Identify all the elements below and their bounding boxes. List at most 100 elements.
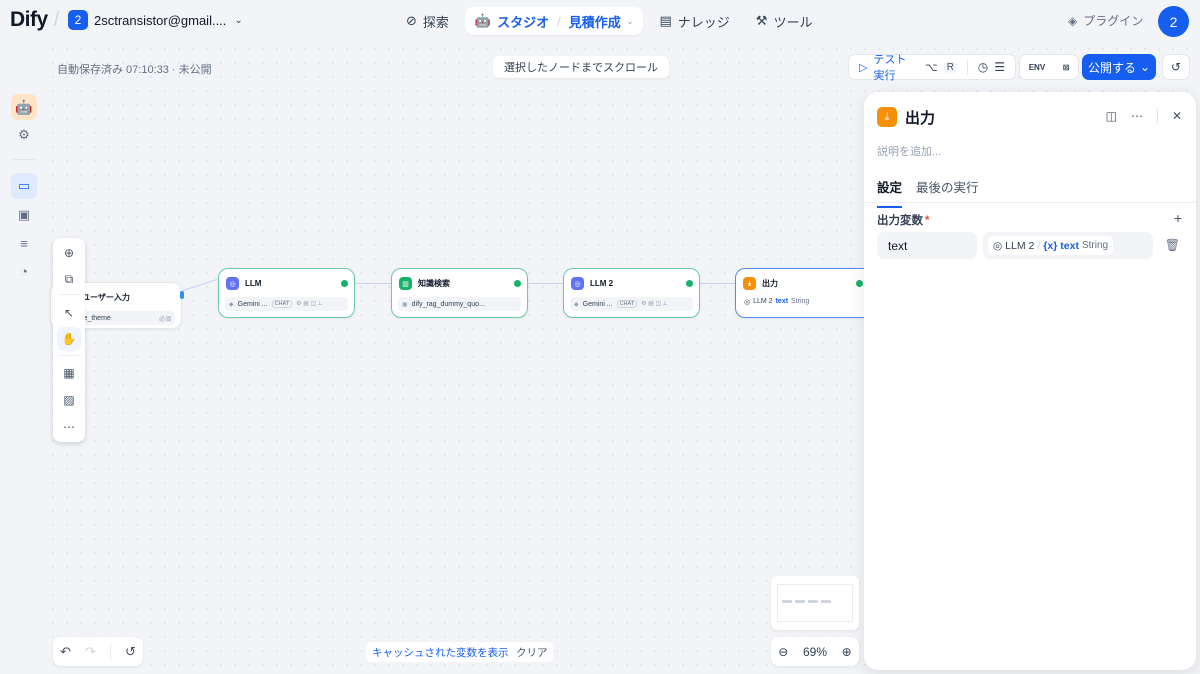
llm-icon: ◎ bbox=[226, 277, 239, 290]
node-knowledge-retrieval[interactable]: ▥ 知識検索 ▣ dify_rag_dummy_quo... bbox=[391, 268, 528, 318]
trash-icon[interactable]: 🗑 bbox=[1165, 238, 1180, 252]
hand-icon[interactable]: ✋ bbox=[57, 327, 81, 351]
success-check-icon bbox=[686, 280, 693, 287]
node-title: 知識検索 bbox=[418, 279, 450, 288]
redo-icon[interactable]: ↷ bbox=[85, 644, 96, 660]
undo-icon[interactable]: ↶ bbox=[60, 644, 71, 660]
shortcut-option-key: ⌥ bbox=[925, 61, 938, 74]
source-type: String bbox=[791, 298, 810, 305]
close-icon[interactable]: ✕ bbox=[1172, 109, 1182, 123]
description-input[interactable]: 説明を追加... bbox=[877, 143, 941, 159]
tab-settings[interactable]: 設定 bbox=[877, 177, 903, 208]
chevron-down-icon: ⌄ bbox=[234, 14, 243, 26]
nav-knowledge[interactable]: ▤ ナレッジ bbox=[649, 7, 739, 35]
more-icon[interactable]: ⋯ bbox=[1131, 109, 1143, 123]
logs-icon[interactable]: ≡ bbox=[11, 230, 37, 256]
zoom-level[interactable]: 69% bbox=[803, 645, 827, 659]
dataset-name: dify_rag_dummy_quo... bbox=[411, 300, 485, 308]
edge bbox=[355, 283, 391, 284]
mode-chip: CHAT bbox=[271, 300, 293, 308]
nav-studio-label: スタジオ bbox=[497, 14, 550, 30]
test-run-button[interactable]: テスト実行 bbox=[873, 51, 917, 83]
more-icon[interactable]: ⋯ bbox=[57, 415, 81, 439]
app-icon[interactable]: 🤖 bbox=[11, 94, 37, 120]
node-title: LLM 2 bbox=[590, 279, 614, 288]
node-llm[interactable]: ◎ LLM ◆ Gemini ... CHAT ⚙ ▤ ◫ ⟂ bbox=[218, 268, 355, 318]
zoom-out-icon[interactable]: ⊖ bbox=[778, 645, 788, 659]
workflow-orchestrate-icon[interactable]: ▭ bbox=[11, 173, 37, 199]
divider bbox=[864, 202, 1196, 203]
history-icon[interactable]: ↺ bbox=[1162, 54, 1190, 80]
list-check-icon[interactable]: ☰ bbox=[994, 60, 1005, 74]
add-variable-icon[interactable]: + bbox=[1174, 210, 1182, 226]
mode-chip: CHAT bbox=[616, 300, 638, 308]
dataset-icon: ▣ bbox=[402, 301, 408, 308]
zoom-control: ⊖ 69% ⊕ bbox=[771, 637, 859, 666]
workspace-switcher[interactable]: 2 2sctransistor@gmail.... ⌄ bbox=[68, 10, 243, 30]
export-image-icon[interactable]: ▨ bbox=[57, 388, 81, 412]
current-app-name[interactable]: 見積作成 bbox=[569, 12, 621, 31]
terminal-icon[interactable]: ▣ bbox=[11, 202, 37, 228]
minimap[interactable] bbox=[771, 576, 859, 630]
settings-sliders-icon[interactable]: ⚙ bbox=[11, 122, 37, 148]
dify-logo[interactable]: Dify / bbox=[10, 8, 59, 32]
nav-tools[interactable]: ⚒ ツール bbox=[746, 7, 823, 35]
chevron-down-icon: ⌄ bbox=[626, 16, 634, 26]
nav-studio[interactable]: 🤖 スタジオ / 見積作成 ⌄ bbox=[464, 7, 644, 35]
success-check-icon bbox=[341, 280, 348, 287]
feature-icons: ⚙ ▤ ◫ ⟂ bbox=[296, 301, 322, 307]
main-nav: ⊘ 探索 🤖 スタジオ / 見積作成 ⌄ ▤ ナレッジ ⚒ ツール bbox=[396, 7, 822, 35]
split-view-icon[interactable]: ◫ bbox=[1106, 109, 1117, 123]
top-bar: Dify/ 2 2sctransistor@gmail.... ⌄ ⊘ 探索 🤖 … bbox=[0, 0, 1200, 42]
nav-explore[interactable]: ⊘ 探索 bbox=[396, 7, 459, 35]
nav-tools-label: ツール bbox=[773, 14, 813, 30]
minimap-viewport bbox=[777, 584, 853, 622]
node-settings-panel: ⤓ 出力 ◫ ⋯ ✕ 説明を追加... 設定 最後の実行 出力変数 * + tex… bbox=[864, 92, 1196, 670]
panel-tabs: 設定 最後の実行 bbox=[877, 177, 979, 208]
checklist-icon[interactable]: ◷ bbox=[978, 60, 988, 74]
scroll-to-node-button[interactable]: 選択したノードまでスクロール bbox=[493, 56, 669, 78]
output-icon: ⤓ bbox=[743, 277, 756, 290]
monitor-icon[interactable]: ◔ bbox=[11, 258, 37, 284]
var-brackets-icon: {x} bbox=[1043, 239, 1058, 252]
avatar[interactable]: 2 bbox=[1158, 6, 1189, 37]
success-check-icon bbox=[514, 280, 521, 287]
edge bbox=[700, 283, 736, 284]
env-group: ENV ⊠ bbox=[1019, 54, 1079, 80]
zoom-in-icon[interactable]: ⊕ bbox=[842, 645, 852, 659]
add-node-icon[interactable]: ⊕ bbox=[57, 241, 81, 265]
history-icon[interactable]: ↺ bbox=[125, 644, 136, 660]
node-output[interactable]: ⤓ 出力 ◎ LLM 2 text String bbox=[735, 268, 872, 318]
clear-button[interactable]: クリア bbox=[511, 642, 553, 662]
ref-type: String bbox=[1081, 240, 1109, 251]
feature-icons: ⚙ ▤ ◫ ⟂ bbox=[641, 301, 667, 307]
variable-selector[interactable]: ◎ LLM 2 / {x} text String bbox=[983, 232, 1153, 259]
source-var: text bbox=[775, 298, 789, 305]
cube-icon: ◈ bbox=[1068, 13, 1078, 28]
label-text: 出力変数 bbox=[877, 215, 923, 227]
llm-icon: ◎ bbox=[571, 277, 584, 290]
pointer-icon[interactable]: ↖ bbox=[57, 301, 81, 325]
add-note-icon[interactable]: ⧉ bbox=[57, 267, 81, 291]
required-badge: 必須 bbox=[158, 316, 171, 323]
compass-icon: ⊘ bbox=[406, 13, 417, 28]
tab-last-run[interactable]: 最後の実行 bbox=[916, 177, 979, 208]
shortcut-r-key: R bbox=[943, 61, 957, 73]
node-llm-2[interactable]: ◎ LLM 2 ◆ Gemini ... CHAT ⚙ ▤ ◫ ⟂ bbox=[563, 268, 700, 318]
model-name: Gemini ... bbox=[582, 300, 613, 308]
test-run-group: ▷ テスト実行 ⌥ R ◷ ☰ bbox=[848, 51, 1016, 83]
workspace-name: 2sctransistor@gmail.... bbox=[94, 12, 227, 28]
publish-button[interactable]: 公開する ⌄ bbox=[1082, 54, 1156, 80]
panel-title[interactable]: 出力 bbox=[905, 107, 935, 128]
plugins-label: プラグイン bbox=[1083, 14, 1144, 28]
show-cached-vars-button[interactable]: キャッシュされた変数を表示 bbox=[366, 642, 515, 662]
env-button[interactable]: ENV bbox=[1029, 63, 1045, 72]
variable-x-icon[interactable]: ⊠ bbox=[1063, 63, 1070, 72]
output-port[interactable] bbox=[180, 291, 184, 299]
book-icon: ▤ bbox=[659, 13, 672, 28]
plugins-button[interactable]: ◈ プラグイン bbox=[1068, 12, 1143, 29]
model-icon: ◆ bbox=[574, 301, 579, 308]
variable-name-input[interactable]: text bbox=[877, 232, 977, 259]
nav-explore-label: 探索 bbox=[422, 14, 449, 30]
organize-icon[interactable]: ▦ bbox=[57, 361, 81, 385]
